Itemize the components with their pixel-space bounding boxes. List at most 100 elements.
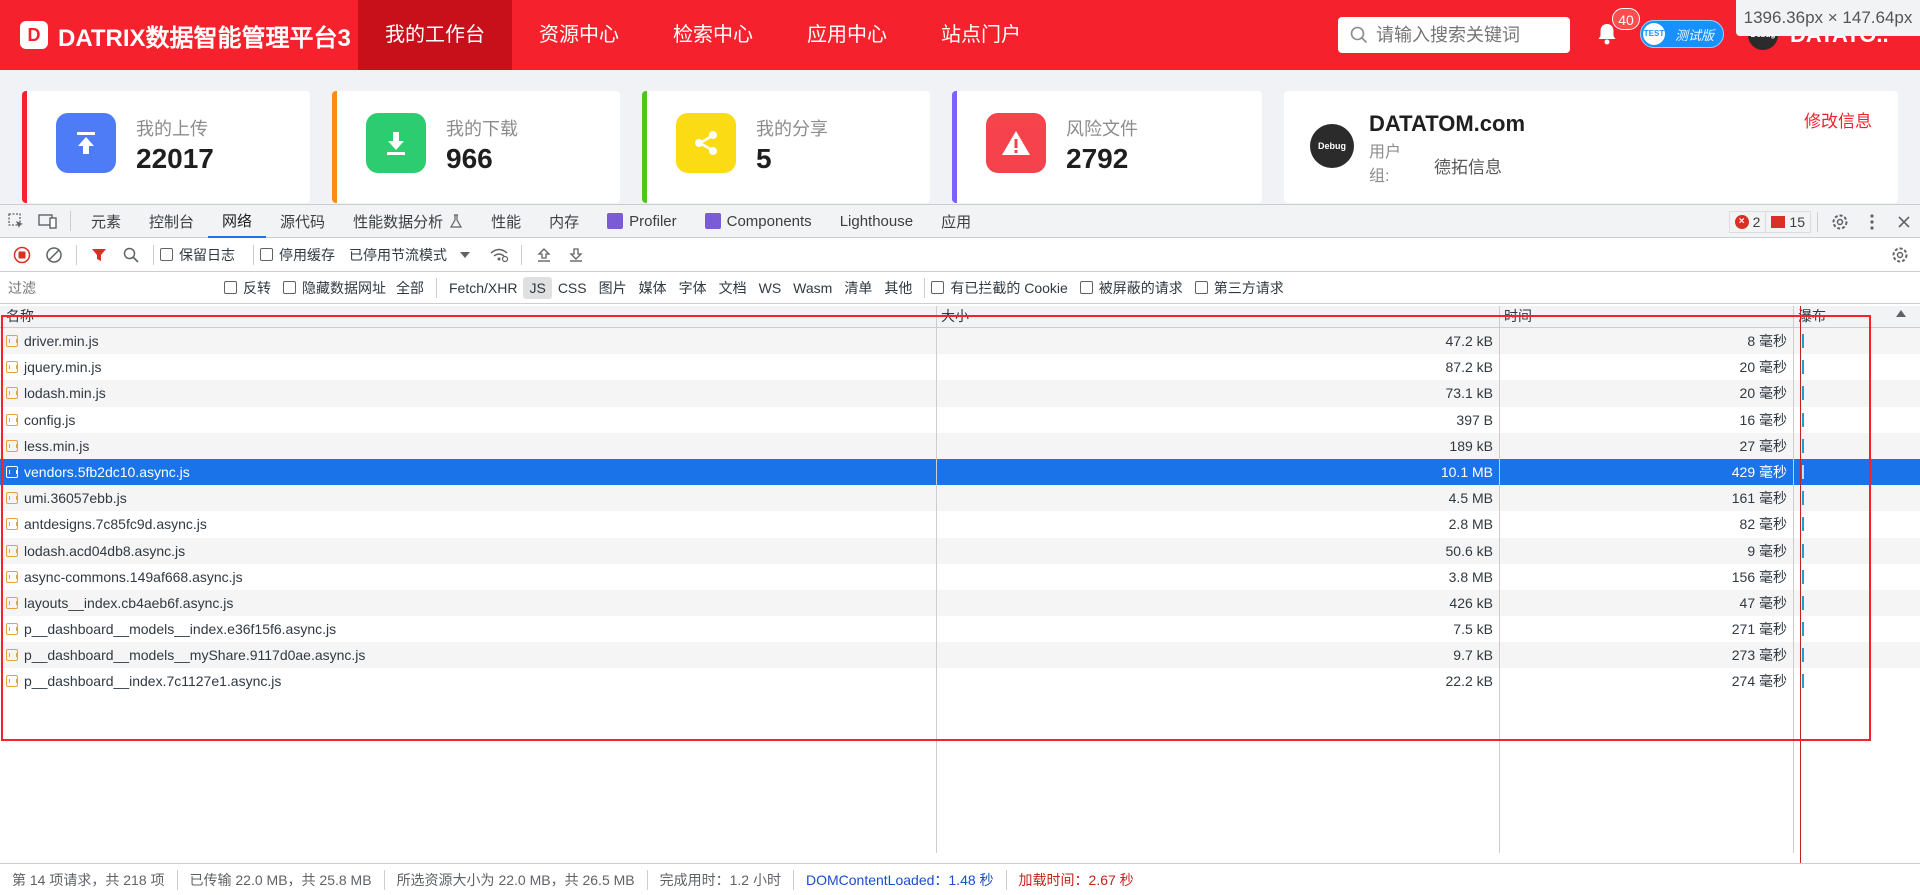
tab-profiler[interactable]: Profiler [593, 205, 691, 238]
record-stop-icon[interactable] [6, 238, 38, 271]
checkbox-box[interactable] [1079, 281, 1093, 294]
request-name-cell[interactable]: umi.36057ebb.js [0, 485, 937, 512]
import-har-icon[interactable] [528, 238, 560, 271]
tab-performance-insights[interactable]: 性能数据分析 [339, 205, 477, 238]
request-name-cell[interactable]: layouts__index.cb4aeb6f.async.js [0, 589, 937, 617]
stat-card-downloads[interactable]: 我的下载 966 [332, 91, 620, 203]
table-row[interactable]: async-commons.149af668.async.js 3.8 MB 156… [0, 563, 1920, 590]
global-search[interactable] [1338, 17, 1570, 53]
filter-type-manifest[interactable]: 清单 [838, 277, 878, 299]
filter-type-all[interactable]: 全部 [390, 277, 430, 299]
table-row[interactable]: antdesigns.7c85fc9d.async.js 2.8 MB 82 毫秒 [0, 511, 1920, 538]
filter-type-js[interactable]: JS [523, 276, 552, 299]
search-input[interactable] [1376, 24, 1566, 46]
nav-item-workbench[interactable]: 我的工作台 [358, 0, 512, 70]
network-conditions-icon[interactable] [483, 238, 515, 271]
close-icon[interactable] [1888, 205, 1920, 238]
tab-elements[interactable]: 元素 [77, 205, 135, 238]
request-name-cell[interactable]: async-commons.149af668.async.js [0, 563, 937, 590]
checkbox-box[interactable] [931, 281, 945, 294]
throttling-select[interactable]: 已停用节流模式 [349, 245, 447, 265]
filter-type-media[interactable]: 媒体 [633, 277, 673, 299]
message-counter[interactable]: 15 [1766, 210, 1811, 233]
nav-item-portal[interactable]: 站点门户 [914, 0, 1048, 70]
checkbox-box[interactable] [1194, 281, 1208, 294]
search-icon[interactable] [115, 238, 147, 271]
clear-icon[interactable] [38, 238, 70, 271]
table-row[interactable]: p__dashboard__models__myShare.9117d0ae.a… [0, 642, 1920, 669]
table-row[interactable]: umi.36057ebb.js 4.5 MB 161 毫秒 [0, 485, 1920, 512]
filter-type-ws[interactable]: WS [753, 277, 788, 299]
column-header-time[interactable]: 时间 [1500, 306, 1794, 327]
filter-type-css[interactable]: CSS [552, 277, 593, 299]
filter-icon[interactable] [83, 238, 115, 271]
table-row[interactable]: less.min.js 189 kB 27 毫秒 [0, 432, 1920, 459]
table-row[interactable]: vendors.5fb2dc10.async.js 10.1 MB 429 毫秒 [0, 458, 1920, 486]
checkbox-box[interactable] [283, 281, 296, 294]
brand[interactable]: D DATRIX数据智能管理平台3 [0, 18, 358, 53]
column-header-size[interactable]: 大小 [937, 306, 1500, 327]
request-name-cell[interactable]: driver.min.js [0, 328, 937, 355]
filter-type-font[interactable]: 字体 [673, 277, 713, 299]
filter-type-fetch-xhr[interactable]: Fetch/XHR [443, 277, 523, 299]
request-name-cell[interactable]: jquery.min.js [0, 354, 937, 381]
request-name-cell[interactable]: p__dashboard__models__myShare.9117d0ae.a… [0, 642, 937, 669]
tab-lighthouse[interactable]: Lighthouse [826, 205, 927, 238]
tab-application[interactable]: 应用 [927, 205, 985, 238]
tab-components[interactable]: Components [691, 205, 826, 238]
checkbox-box[interactable] [260, 248, 273, 261]
test-version-badge[interactable]: TEST 测试版 [1640, 20, 1724, 48]
request-name-cell[interactable]: lodash.acd04db8.async.js [0, 537, 937, 564]
filter-input[interactable] [0, 275, 210, 300]
nav-item-resources[interactable]: 资源中心 [512, 0, 646, 70]
request-name-cell[interactable]: p__dashboard__models__index.e36f15f6.asy… [0, 616, 937, 643]
third-party-checkbox[interactable]: 第三方请求 [1194, 278, 1284, 298]
table-row[interactable]: layouts__index.cb4aeb6f.async.js 426 kB 47… [0, 589, 1920, 617]
request-name-cell[interactable]: antdesigns.7c85fc9d.async.js [0, 511, 937, 538]
edit-profile-link[interactable]: 修改信息 [1804, 107, 1872, 132]
network-settings-icon[interactable] [1884, 238, 1916, 271]
filter-type-doc[interactable]: 文档 [713, 277, 753, 299]
disable-cache-checkbox[interactable]: 停用缓存 [260, 245, 335, 265]
blocked-requests-checkbox[interactable]: 被屏蔽的请求 [1079, 278, 1183, 298]
tab-console[interactable]: 控制台 [135, 205, 208, 238]
chevron-down-icon[interactable] [459, 251, 471, 259]
table-row[interactable]: config.js 397 B 16 毫秒 [0, 406, 1920, 433]
inspect-element-icon[interactable] [0, 205, 32, 238]
checkbox-box[interactable] [224, 281, 237, 294]
table-row[interactable]: lodash.acd04db8.async.js 50.6 kB 9 毫秒 [0, 537, 1920, 564]
device-toolbar-icon[interactable] [32, 205, 64, 238]
table-row[interactable]: lodash.min.js 73.1 kB 20 毫秒 [0, 380, 1920, 407]
stat-card-shares[interactable]: 我的分享 5 [642, 91, 930, 203]
nav-item-search[interactable]: 检索中心 [646, 0, 780, 70]
table-row[interactable]: p__dashboard__index.7c1127e1.async.js 22.… [0, 668, 1920, 695]
request-name-cell[interactable]: p__dashboard__index.7c1127e1.async.js [0, 668, 937, 695]
preserve-log-checkbox[interactable]: 保留日志 [160, 245, 235, 265]
settings-icon[interactable] [1824, 205, 1856, 238]
column-header-name[interactable]: 名称 [0, 306, 937, 327]
request-name-cell[interactable]: vendors.5fb2dc10.async.js [0, 458, 937, 486]
filter-type-wasm[interactable]: Wasm [787, 277, 838, 299]
hide-data-urls-checkbox[interactable]: 隐藏数据网址 [283, 278, 386, 298]
blocked-cookies-checkbox[interactable]: 有已拦截的 Cookie [931, 278, 1068, 298]
filter-type-other[interactable]: 其他 [878, 277, 918, 299]
more-options-icon[interactable] [1856, 205, 1888, 238]
export-har-icon[interactable] [560, 238, 592, 271]
request-name-cell[interactable]: config.js [0, 406, 937, 433]
error-counter[interactable]: × 2 [1728, 210, 1767, 233]
stat-card-risk-files[interactable]: 风险文件 2792 [952, 91, 1262, 203]
checkbox-box[interactable] [160, 248, 173, 261]
tab-network[interactable]: 网络 [208, 205, 267, 238]
invert-checkbox[interactable]: 反转 [224, 278, 271, 298]
sort-ascending-icon[interactable] [1896, 310, 1906, 317]
nav-item-apps[interactable]: 应用中心 [780, 0, 914, 70]
table-row[interactable]: driver.min.js 47.2 kB 8 毫秒 [0, 328, 1920, 355]
table-row[interactable]: jquery.min.js 87.2 kB 20 毫秒 [0, 354, 1920, 381]
table-row[interactable]: p__dashboard__models__index.e36f15f6.asy… [0, 616, 1920, 643]
tab-performance[interactable]: 性能 [477, 205, 535, 238]
tab-memory[interactable]: 内存 [535, 205, 593, 238]
column-header-waterfall[interactable]: 瀑布 [1794, 306, 1920, 327]
stat-card-uploads[interactable]: 我的上传 22017 [22, 91, 310, 203]
filter-type-img[interactable]: 图片 [593, 277, 633, 299]
request-name-cell[interactable]: lodash.min.js [0, 380, 937, 407]
